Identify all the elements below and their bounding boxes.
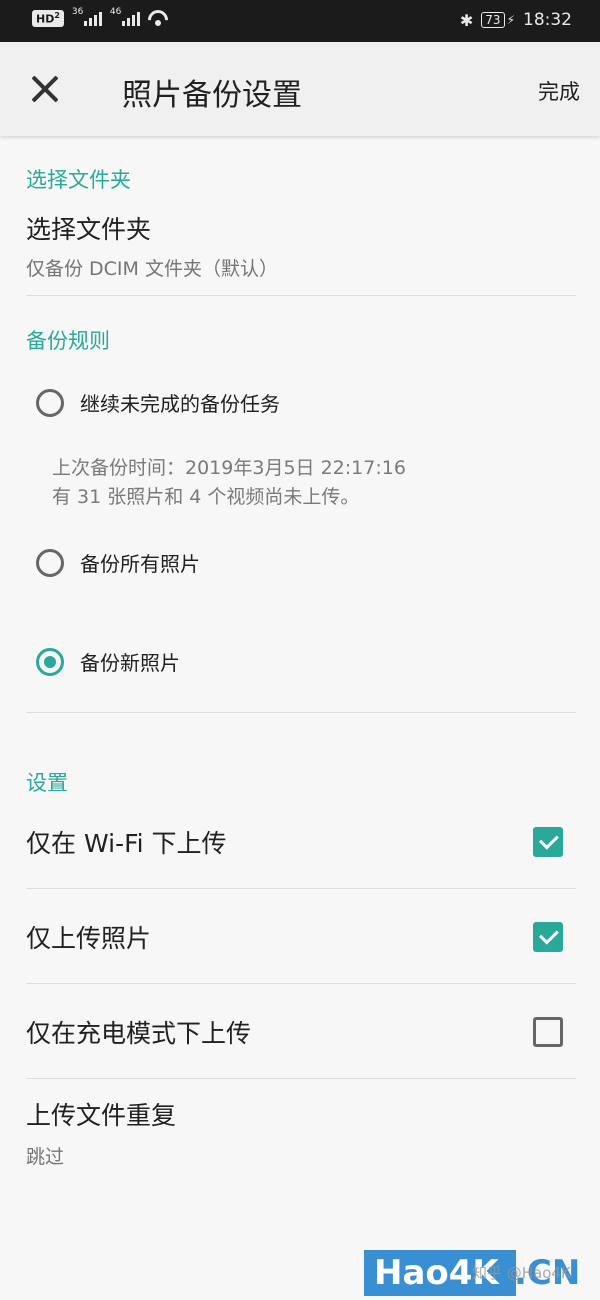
- checkbox-checked-icon[interactable]: [533, 922, 563, 952]
- hd-sub: 2: [54, 11, 60, 20]
- divider: [26, 1078, 576, 1079]
- status-bar: HD2 36 46 ✱ 73 ⚡ 18:32: [0, 0, 600, 42]
- close-icon[interactable]: [24, 67, 68, 111]
- battery-level: 73: [481, 12, 505, 28]
- radio-option-resume[interactable]: 继续未完成的备份任务: [36, 388, 280, 417]
- checkbox-unchecked-icon[interactable]: [533, 1017, 563, 1047]
- checkbox-checked-icon[interactable]: [533, 827, 563, 857]
- pending-upload-info: 有 31 张照片和 4 个视频尚未上传。: [52, 486, 360, 508]
- charging-icon: ⚡: [506, 13, 515, 27]
- select-folder-title: 选择文件夹: [26, 215, 152, 244]
- duplicate-title: 上传文件重复: [26, 1101, 177, 1130]
- setting-label: 仅在充电模式下上传: [26, 1019, 252, 1048]
- sim2-network-label: 46: [109, 7, 122, 18]
- settings-section-header: 设置: [26, 771, 68, 795]
- radio-unchecked-icon[interactable]: [36, 388, 64, 417]
- wifi-icon: [148, 10, 168, 27]
- radio-option-new-photos[interactable]: 备份新照片: [36, 647, 180, 676]
- radio-label: 备份所有照片: [80, 552, 200, 576]
- backup-note: 上次备份时间：2019年3月5日 22:17:16 有 31 张照片和 4 个视…: [52, 454, 406, 512]
- radio-checked-icon[interactable]: [36, 647, 64, 676]
- signal-icon-2: 46: [109, 7, 140, 27]
- radio-option-all-photos[interactable]: 备份所有照片: [36, 548, 200, 577]
- setting-label: 仅上传照片: [26, 924, 152, 953]
- last-backup-time: 上次备份时间：2019年3月5日 22:17:16: [52, 457, 406, 479]
- rules-section-header: 备份规则: [26, 329, 110, 353]
- hd-voice-badge: HD2: [32, 10, 64, 27]
- divider: [26, 983, 576, 984]
- hd-label: HD: [36, 12, 55, 26]
- duplicate-value: 跳过: [26, 1146, 65, 1168]
- select-folder-subtitle: 仅备份 DCIM 文件夹（默认）: [26, 258, 278, 280]
- divider: [26, 295, 576, 296]
- bluetooth-icon: ✱: [459, 10, 474, 30]
- clock: 18:32: [523, 10, 572, 30]
- setting-label: 仅在 Wi-Fi 下上传: [26, 829, 227, 858]
- divider: [26, 712, 576, 713]
- sim1-network-label: 36: [71, 7, 84, 18]
- app-bar: 照片备份设置 完成: [0, 42, 600, 136]
- done-button[interactable]: 完成: [538, 76, 580, 106]
- status-right: ✱ 73 ⚡ 18:32: [460, 10, 572, 30]
- radio-label: 备份新照片: [80, 651, 180, 675]
- signal-icon: 36: [71, 7, 102, 27]
- folder-section-header: 选择文件夹: [26, 168, 131, 192]
- divider: [26, 888, 576, 889]
- battery-icon: 73 ⚡: [481, 12, 515, 28]
- status-left: HD2 36 46: [32, 7, 168, 27]
- radio-unchecked-icon[interactable]: [36, 548, 64, 577]
- watermark-credit: 知乎 @Hao4K: [472, 1264, 571, 1282]
- radio-label: 继续未完成的备份任务: [80, 392, 280, 416]
- page-title: 照片备份设置: [122, 78, 302, 113]
